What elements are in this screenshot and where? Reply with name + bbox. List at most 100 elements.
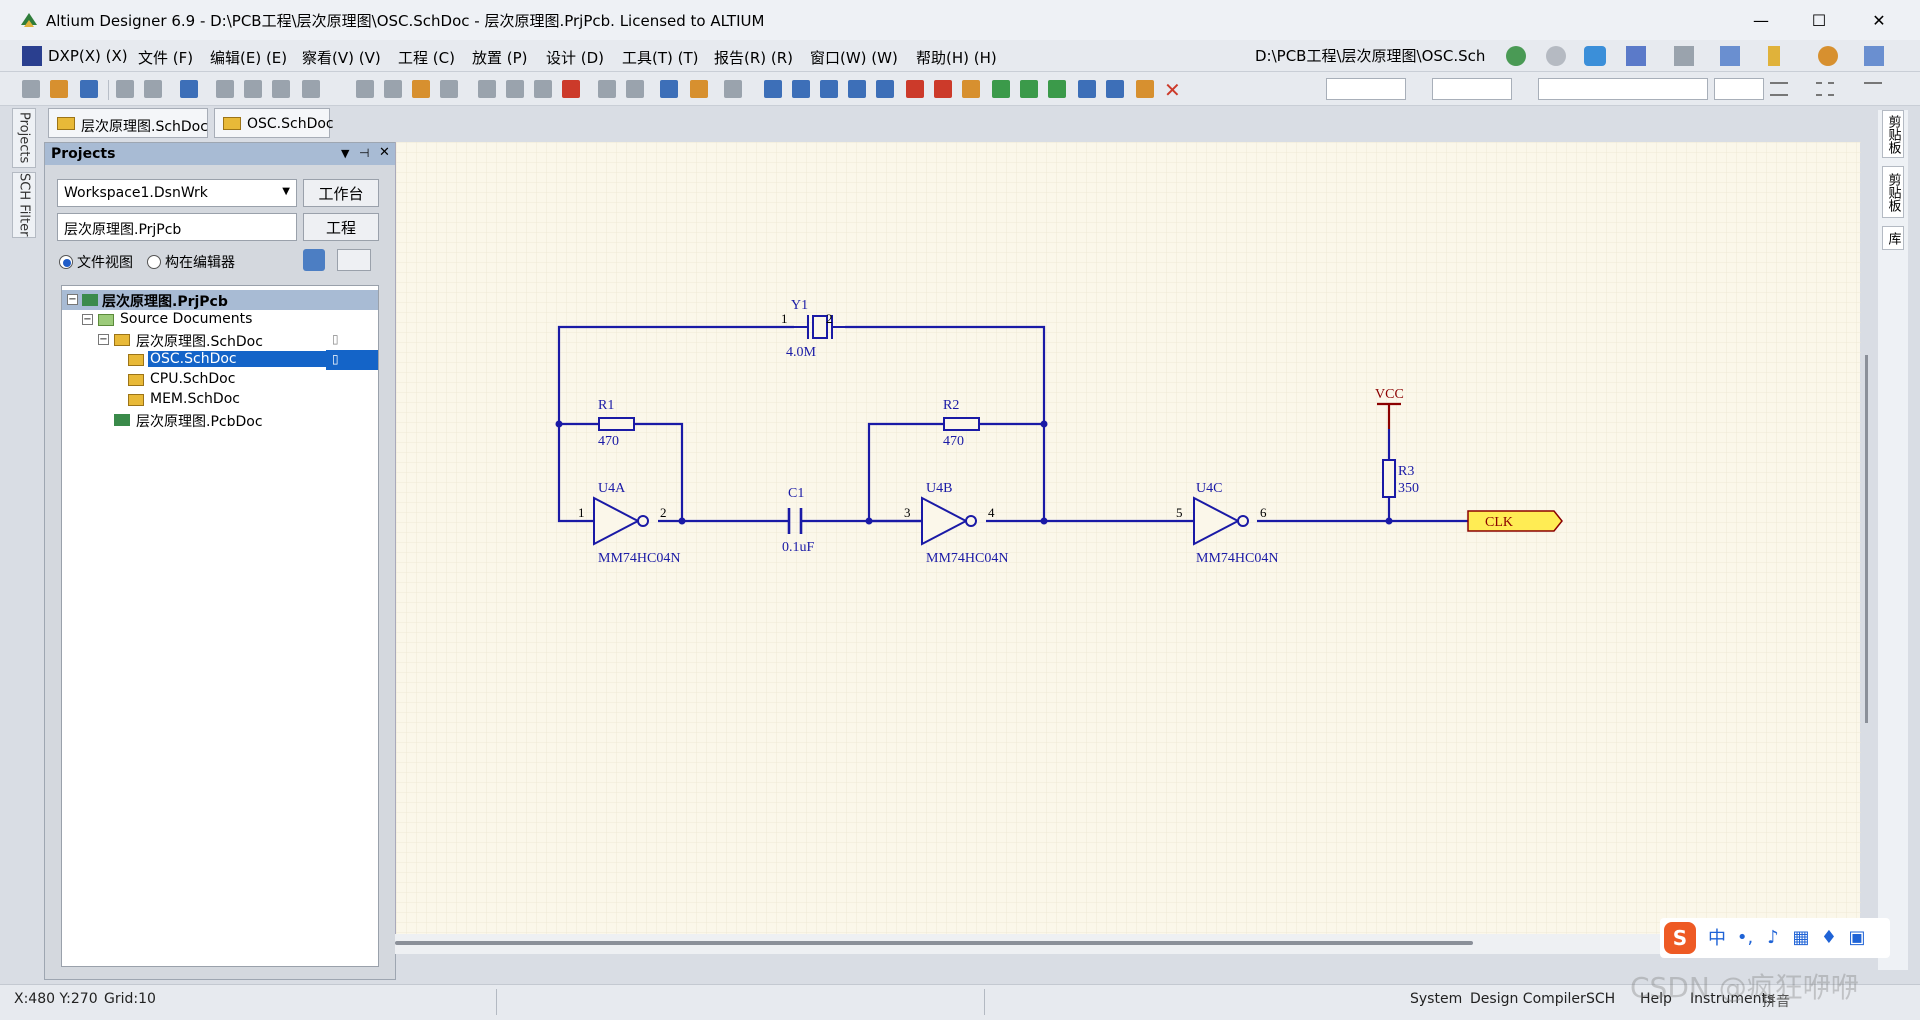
right-tab-1[interactable]: 剪贴板 — [1882, 110, 1904, 158]
horizontal-scrollbar[interactable] — [395, 934, 1860, 954]
menu-design[interactable]: 设计 (D) — [546, 47, 604, 68]
maximize-button[interactable]: ☐ — [1790, 0, 1848, 40]
panel-design-compiler[interactable]: Design Compiler — [1470, 991, 1586, 1007]
drawing-tool-icon[interactable] — [1818, 46, 1838, 66]
panel-close-icon[interactable]: ✕ — [379, 145, 390, 160]
paste-icon[interactable] — [412, 80, 430, 98]
project-button[interactable]: 工程 — [303, 213, 379, 241]
tree-item-cpu-schdoc[interactable]: CPU.SchDoc — [62, 370, 378, 390]
panel-menu-icon[interactable]: ▼ — [341, 147, 349, 160]
sheet-entry-icon[interactable] — [1020, 80, 1038, 98]
select-area-icon[interactable] — [478, 80, 496, 98]
print-preview-icon[interactable] — [144, 80, 162, 98]
right-tab-2[interactable]: 剪贴板 — [1882, 166, 1904, 218]
probe-icon[interactable] — [690, 80, 708, 98]
project-options-icon[interactable] — [337, 249, 371, 271]
device-sheet-icon[interactable] — [1048, 80, 1066, 98]
close-button[interactable]: ✕ — [1850, 0, 1908, 40]
collapse-icon[interactable]: − — [67, 294, 78, 305]
compile-icon[interactable] — [303, 249, 325, 271]
schematic-sheet[interactable]: Y1 1 2 4.0M R1 470 R2 470 R3 350 C1 0.1u… — [395, 142, 1861, 934]
apps-icon[interactable]: ▣ — [1846, 926, 1868, 948]
wire-tool-icon[interactable] — [1626, 46, 1646, 66]
layers-icon[interactable] — [180, 80, 198, 98]
menu-project[interactable]: 工程 (C) — [398, 47, 455, 68]
skin-icon[interactable]: ♦ — [1818, 926, 1840, 948]
document-path-field[interactable]: D:\PCB工程\层次原理图\OSC.Sch — [1255, 45, 1499, 67]
forward-icon[interactable] — [1546, 46, 1566, 66]
place-bus-icon[interactable] — [792, 80, 810, 98]
save-icon[interactable] — [80, 80, 98, 98]
sogou-logo-icon[interactable]: S — [1664, 922, 1696, 954]
zoom-area-icon[interactable] — [244, 80, 262, 98]
menu-help[interactable]: 帮助(H) (H) — [916, 47, 997, 68]
tab-osc-schdoc[interactable]: OSC.SchDoc — [214, 108, 334, 138]
filter-combo-4[interactable] — [1714, 78, 1764, 100]
spacing-icon[interactable] — [1864, 82, 1882, 96]
tree-item-osc-schdoc[interactable]: OSC.SchDoc ▯ — [62, 350, 378, 370]
redo-icon[interactable] — [626, 80, 644, 98]
undo-icon[interactable] — [598, 80, 616, 98]
resistor-r1[interactable] — [598, 417, 635, 431]
vcc-port-icon[interactable] — [934, 80, 952, 98]
menu-tools[interactable]: 工具(T) (T) — [622, 47, 699, 68]
menu-reports[interactable]: 报告(R) (R) — [714, 47, 793, 68]
net-icon[interactable] — [876, 80, 894, 98]
part-tool-icon[interactable] — [1768, 46, 1780, 66]
grid-icon[interactable] — [1864, 46, 1884, 66]
port-icon[interactable] — [1078, 80, 1096, 98]
left-tab-projects[interactable]: Projects — [12, 108, 36, 168]
gnd-port-icon[interactable] — [906, 80, 924, 98]
horizontal-scroll-thumb[interactable] — [395, 941, 1473, 945]
filter-combo-3[interactable] — [1538, 78, 1708, 100]
bus-tool-icon[interactable] — [1674, 46, 1694, 66]
menu-file[interactable]: 文件 (F) — [138, 47, 193, 68]
home-icon[interactable] — [1584, 46, 1606, 66]
workspace-select[interactable]: Workspace1.DsnWrk ▼ — [57, 179, 297, 207]
bus-entry-icon[interactable] — [820, 80, 838, 98]
net-label-icon[interactable] — [848, 80, 866, 98]
punctuation-icon[interactable]: •, — [1734, 926, 1756, 948]
browse-library-icon[interactable] — [724, 80, 742, 98]
menu-edit[interactable]: 编辑(E) (E) — [210, 47, 287, 68]
rubber-stamp-icon[interactable] — [440, 80, 458, 98]
collapse-icon[interactable]: − — [98, 334, 109, 345]
move-icon[interactable] — [506, 80, 524, 98]
menu-window[interactable]: 窗口(W) (W) — [810, 47, 898, 68]
tree-item-source-docs[interactable]: − Source Documents — [62, 310, 378, 330]
pin-icon[interactable]: ⊣ — [359, 146, 369, 160]
new-icon[interactable] — [22, 80, 40, 98]
zoom-selected-icon[interactable] — [272, 80, 290, 98]
no-erc-icon[interactable] — [1106, 80, 1124, 98]
up-down-hierarchy-icon[interactable] — [660, 80, 678, 98]
project-field[interactable]: 层次原理图.PrjPcb — [57, 213, 297, 241]
tab-hierarchy-schdoc[interactable]: 层次原理图.SchDoc — [48, 108, 208, 138]
distribute-icon[interactable] — [1816, 82, 1834, 96]
tree-item-pcbdoc[interactable]: 层次原理图.PcbDoc — [62, 410, 378, 430]
collapse-icon[interactable]: − — [82, 314, 93, 325]
panel-system[interactable]: System — [1410, 991, 1462, 1007]
minimize-button[interactable]: — — [1732, 0, 1790, 40]
filter-combo-1[interactable] — [1326, 78, 1406, 100]
x-icon[interactable]: ✕ — [1164, 78, 1181, 102]
struct-editor-radio[interactable] — [147, 255, 161, 269]
directive-icon[interactable] — [1136, 80, 1154, 98]
workspace-button[interactable]: 工作台 — [303, 179, 379, 207]
back-icon[interactable] — [1506, 46, 1526, 66]
keyboard-icon[interactable]: ▦ — [1790, 926, 1812, 948]
filter-combo-2[interactable] — [1432, 78, 1512, 100]
right-tab-3[interactable]: 库 — [1882, 226, 1904, 250]
resistor-r2[interactable] — [943, 417, 980, 431]
place-wire-icon[interactable] — [764, 80, 782, 98]
panel-sch[interactable]: SCH — [1586, 991, 1615, 1007]
left-tab-sch-filter[interactable]: SCH Filter — [12, 172, 36, 238]
microphone-icon[interactable]: ♪ — [1762, 926, 1784, 948]
align-icon[interactable] — [1770, 82, 1788, 96]
menu-dxp[interactable]: DXP(X) (X) — [48, 47, 128, 65]
file-view-radio[interactable] — [59, 255, 73, 269]
tree-item-hierarchy-schdoc[interactable]: − 层次原理图.SchDoc ▯ — [62, 330, 378, 350]
menu-place[interactable]: 放置 (P) — [472, 47, 528, 68]
menu-view[interactable]: 察看(V) (V) — [302, 47, 381, 68]
zoom-dropdown-icon[interactable] — [302, 80, 320, 98]
ime-language[interactable]: 中 — [1706, 926, 1728, 949]
